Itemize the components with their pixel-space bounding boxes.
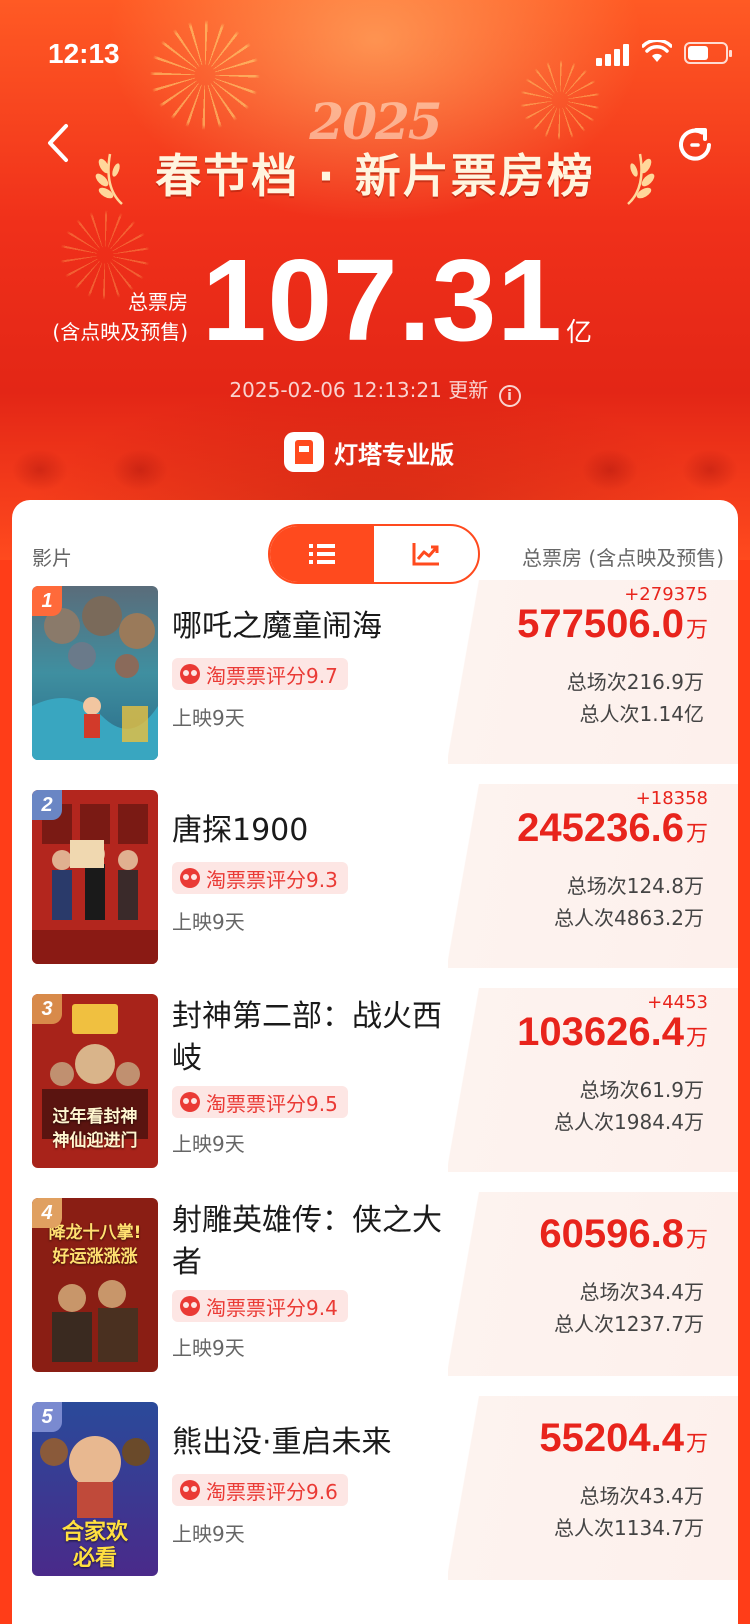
days-released: 上映9天 — [172, 910, 245, 934]
box-office-number: 55204.4 — [539, 1416, 684, 1460]
box-office-number: 60596.8 — [539, 1212, 684, 1256]
film-poster: 2 — [32, 790, 158, 964]
list-view-button[interactable] — [270, 526, 374, 582]
rating-badge: 淘票票评分9.4 — [172, 1290, 348, 1322]
total-admissions: 总人次1.14亿 — [579, 702, 704, 726]
wheat-ornament-icon — [627, 153, 655, 205]
film-poster: 合家欢 必看 5 — [32, 1402, 158, 1576]
days-released: 上映9天 — [172, 1522, 245, 1546]
rating-text: 淘票票评分9.5 — [206, 1091, 338, 1116]
box-office-number: 577506.0 — [517, 602, 684, 646]
title-banner: 春节档 · 新片票房榜 — [92, 140, 658, 210]
taopiaopiao-icon — [180, 1092, 200, 1112]
box-office-number: 103626.4 — [517, 1010, 684, 1054]
film-title: 熊出没·重启未来 — [172, 1425, 392, 1460]
total-admissions: 总人次1237.7万 — [554, 1312, 704, 1336]
rating-text: 淘票票评分9.3 — [206, 867, 338, 892]
film-row[interactable]: 合家欢 必看 5 熊出没·重启未来 淘票票评分9.6 上映9天 55204.4万… — [12, 1396, 738, 1580]
total-label-line1: 总票房 — [128, 290, 188, 314]
total-label-line2: (含点映及预售) — [52, 320, 188, 344]
total-box-office-label: 总票房 (含点映及预售) — [52, 287, 188, 347]
total-sessions: 总场次124.8万 — [566, 874, 704, 898]
rank-badge: 4 — [32, 1198, 62, 1228]
rating-text: 淘票票评分9.6 — [206, 1479, 338, 1504]
view-toggle — [268, 524, 480, 584]
ranking-card: 影片 总票房 (含点映及预售) 1 哪吒之魔童闹海 淘票票评分9.7 上映9天 … — [12, 500, 738, 1624]
trend-chart-icon — [412, 543, 439, 566]
box-office-unit: 万 — [685, 821, 708, 846]
total-sessions: 总场次216.9万 — [566, 670, 704, 694]
box-office-value: 577506.0万 — [517, 602, 708, 647]
brand-name: 灯塔专业版 — [334, 440, 454, 469]
signal-icon — [596, 44, 630, 66]
total-box-office-unit: 亿 — [566, 318, 593, 348]
box-office-unit: 万 — [685, 617, 708, 642]
total-box-office-value: 107.31 — [202, 235, 563, 365]
poster-caption: 过年看封神 — [52, 1107, 138, 1127]
taopiaopiao-icon — [180, 1480, 200, 1500]
total-admissions: 总人次1134.7万 — [554, 1516, 704, 1540]
film-row[interactable]: 降龙十八掌! 好运涨涨涨 4 射雕英雄传：侠之大者 淘票票评分9.4 上映9天 … — [12, 1192, 738, 1376]
film-column-header: 影片 — [32, 546, 72, 570]
box-office-value: 103626.4万 — [517, 1010, 708, 1055]
box-office-value: 55204.4万 — [539, 1416, 708, 1461]
rating-text: 淘票票评分9.4 — [206, 1295, 338, 1320]
film-row[interactable]: 1 哪吒之魔童闹海 淘票票评分9.7 上映9天 +279375 577506.0… — [12, 580, 738, 764]
film-title: 唐探1900 — [172, 813, 309, 848]
back-button[interactable] — [40, 118, 80, 168]
poster-caption: 神仙迎进门 — [52, 1131, 138, 1151]
total-sessions: 总场次43.4万 — [579, 1484, 704, 1508]
box-office-unit: 万 — [685, 1025, 708, 1050]
days-released: 上映9天 — [172, 1336, 245, 1360]
update-timestamp: 2025-02-06 12:13:21 更新 i — [0, 374, 750, 407]
rank-badge: 2 — [32, 790, 62, 820]
brand-badge: 灯塔专业版 — [284, 430, 454, 474]
status-bar: 12:13 — [0, 0, 750, 100]
box-office-number: 245236.6 — [517, 806, 684, 850]
film-poster: 过年看封神 神仙迎进门 3 — [32, 994, 158, 1168]
film-title: 哪吒之魔童闹海 — [172, 609, 382, 644]
total-sessions: 总场次34.4万 — [579, 1280, 704, 1304]
update-time-text: 2025-02-06 12:13:21 更新 — [229, 378, 489, 402]
box-office-column-header: 总票房 (含点映及预售) — [522, 546, 724, 570]
taopiaopiao-icon — [180, 1296, 200, 1316]
rank-badge: 1 — [32, 586, 62, 616]
film-row[interactable]: 2 唐探1900 淘票票评分9.3 上映9天 +18358 245236.6万 … — [12, 784, 738, 968]
box-office-value: 60596.8万 — [539, 1212, 708, 1257]
total-sessions: 总场次61.9万 — [579, 1078, 704, 1102]
film-title: 射雕英雄传：侠之大者 — [172, 1203, 442, 1280]
trend-view-button[interactable] — [374, 526, 478, 582]
film-poster: 降龙十八掌! 好运涨涨涨 4 — [32, 1198, 158, 1372]
status-time: 12:13 — [48, 38, 120, 69]
box-office-value: 245236.6万 — [517, 806, 708, 851]
taopiaopiao-icon — [180, 664, 200, 684]
battery-icon — [684, 42, 732, 64]
page-title: 春节档 · 新片票房榜 — [155, 149, 595, 203]
poster-caption: 好运涨涨涨 — [52, 1247, 138, 1267]
total-admissions: 总人次1984.4万 — [554, 1110, 704, 1134]
rating-badge: 淘票票评分9.3 — [172, 862, 348, 894]
film-poster: 1 — [32, 586, 158, 760]
rating-badge: 淘票票评分9.6 — [172, 1474, 348, 1506]
wheat-ornament-icon — [95, 153, 123, 205]
rating-badge: 淘票票评分9.7 — [172, 658, 348, 690]
info-icon[interactable]: i — [498, 385, 521, 407]
box-office-unit: 万 — [685, 1227, 708, 1252]
days-released: 上映9天 — [172, 706, 245, 730]
film-row[interactable]: 过年看封神 神仙迎进门 3 封神第二部：战火西岐 淘票票评分9.5 上映9天 +… — [12, 988, 738, 1172]
refresh-button[interactable] — [672, 122, 718, 168]
total-admissions: 总人次4863.2万 — [554, 906, 704, 930]
rating-badge: 淘票票评分9.5 — [172, 1086, 348, 1118]
wifi-icon — [642, 40, 672, 62]
days-released: 上映9天 — [172, 1132, 245, 1156]
lighthouse-logo-icon — [284, 432, 324, 472]
poster-caption: 必看 — [72, 1546, 117, 1571]
rank-badge: 5 — [32, 1402, 62, 1432]
list-icon — [309, 544, 335, 564]
taopiaopiao-icon — [180, 868, 200, 888]
film-title: 封神第二部：战火西岐 — [172, 999, 442, 1076]
rank-badge: 3 — [32, 994, 62, 1024]
box-office-unit: 万 — [685, 1431, 708, 1456]
rating-text: 淘票票评分9.7 — [206, 663, 338, 688]
